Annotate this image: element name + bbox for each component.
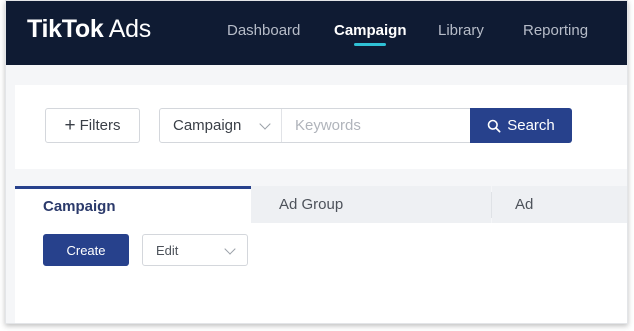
tab-ad-label: Ad — [515, 196, 534, 213]
keywords-input[interactable] — [282, 109, 470, 142]
search-scope-value: Campaign — [173, 117, 242, 134]
edit-dropdown-value: Edit — [156, 242, 179, 258]
create-button-label: Create — [66, 242, 106, 258]
search-icon — [487, 119, 501, 133]
filters-button[interactable]: + Filters — [45, 108, 140, 143]
search-button-label: Search — [507, 117, 555, 134]
nav-campaign[interactable]: Campaign — [334, 22, 407, 39]
app-window: TikTok Ads Dashboard Campaign Library Re… — [5, 0, 628, 324]
campaign-panel: Create Edit — [15, 223, 627, 323]
tab-ad-group[interactable]: Ad Group — [251, 186, 491, 223]
nav-dashboard[interactable]: Dashboard — [227, 22, 300, 39]
nav-library[interactable]: Library — [438, 22, 484, 39]
tiktok-ads-logo[interactable]: TikTok Ads — [27, 15, 151, 44]
tab-ad-group-label: Ad Group — [279, 196, 344, 213]
create-button[interactable]: Create — [43, 234, 129, 266]
tab-campaign-label: Campaign — [43, 197, 116, 215]
chevron-down-icon — [224, 243, 236, 255]
nav-reporting[interactable]: Reporting — [523, 22, 588, 39]
logo-suffix: Ads — [103, 15, 151, 43]
search-scope-select[interactable]: Campaign — [160, 109, 282, 142]
level-tabs: Campaign Ad Group Ad — [15, 186, 627, 223]
filter-bar: + Filters Campaign Search — [15, 85, 627, 169]
edit-dropdown[interactable]: Edit — [142, 234, 248, 266]
search-button[interactable]: Search — [470, 108, 572, 143]
filters-button-label: Filters — [79, 117, 121, 134]
tab-ad[interactable]: Ad — [492, 186, 627, 223]
plus-icon: + — [64, 115, 76, 136]
logo-wordmark: TikTok — [27, 15, 104, 43]
chevron-down-icon — [259, 118, 271, 130]
tab-campaign[interactable]: Campaign — [15, 186, 251, 223]
search-group: Campaign Search — [159, 108, 572, 143]
top-navigation-bar: TikTok Ads Dashboard Campaign Library Re… — [6, 1, 627, 65]
nav-active-indicator — [354, 43, 386, 46]
